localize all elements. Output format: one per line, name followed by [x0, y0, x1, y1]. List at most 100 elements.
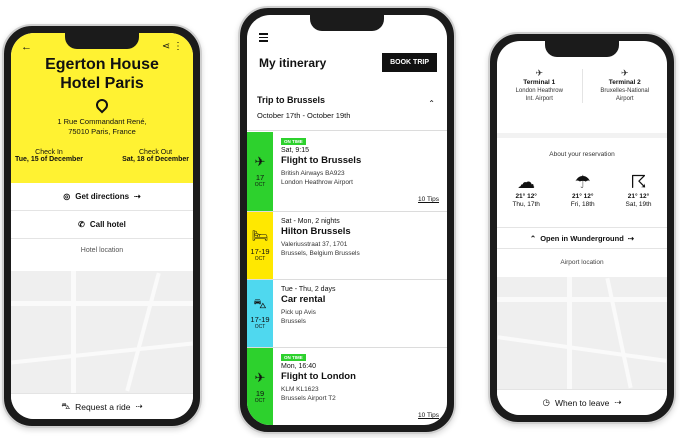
weather-date: Fri, 18th — [570, 201, 595, 208]
card-day: 17-19 — [250, 315, 270, 324]
external-link-icon: ⇢ — [627, 233, 635, 243]
landing-icon: ✈ — [620, 68, 629, 78]
checkout-label: Check Out — [139, 149, 173, 156]
card-month: OCT — [254, 324, 266, 330]
chevron-up-icon[interactable]: ⌃ — [428, 99, 435, 108]
hotel-location-label: Hotel location — [80, 247, 124, 254]
hotel-name-line2: Hotel Paris — [60, 75, 144, 92]
external-link-icon: ⇢ — [614, 397, 622, 407]
arrow-left-icon[interactable]: ← — [21, 41, 32, 53]
rain-icon: ☂ — [574, 172, 591, 192]
weather-temps: 21° 12° — [627, 193, 650, 200]
check-dates: Check In Tue, 15 of December Check Out S… — [11, 149, 193, 163]
chevron-up-icon: ⌃ — [529, 233, 537, 243]
terminal-arrival[interactable]: ✈ Terminal 2 Bruxelles-National Airport — [581, 68, 668, 103]
hotel-phone: ← ⋖ ⋮ Egerton House Hotel Paris 1 Rue Co… — [2, 24, 202, 428]
directions-icon: ◎ — [63, 192, 71, 201]
itinerary-header: My itinerary BOOK TRIP — [259, 53, 437, 72]
clock-icon: ◷ — [542, 397, 550, 407]
card-body: ON TIME Sat, 9:15 Flight to Brussels Bri… — [273, 132, 447, 211]
hotel-screen: ← ⋖ ⋮ Egerton House Hotel Paris 1 Rue Co… — [11, 33, 193, 419]
card-time: Tue - Thu, 2 days — [281, 286, 336, 293]
external-link-icon: ⇢ — [134, 192, 141, 201]
wunderground-label: Open in Wunderground — [540, 233, 624, 243]
checkout-date: Sat, 18 of December — [122, 156, 189, 163]
terminal-1-airport: London Heathrow — [515, 88, 563, 94]
itinerary-card[interactable]: ✈ 17 OCT ON TIME Sat, 9:15 Flight to Bru… — [247, 132, 447, 212]
status-badge: ON TIME — [281, 354, 306, 361]
bed-icon: 🛏 — [251, 228, 269, 243]
weather-day: ☁ 21° 12° Thu, 17th — [512, 171, 539, 209]
airport-map[interactable] — [497, 277, 667, 389]
card-date-strip: ✈ 17 OCT — [247, 132, 273, 211]
card-time: Mon, 16:40 — [281, 363, 317, 370]
call-hotel-button[interactable]: ✆ Call hotel — [11, 211, 193, 239]
hotel-map[interactable] — [11, 271, 193, 393]
card-title: Car rental — [281, 294, 326, 305]
phone-notch — [65, 33, 139, 49]
airport-phone: ✈ Terminal 1 London Heathrow Int. Airpor… — [488, 32, 676, 424]
car-icon: ⛍ — [253, 296, 267, 311]
plane-icon: ✈ — [254, 154, 266, 169]
card-date-strip: 🛏 17-19 OCT — [247, 212, 273, 279]
about-reservation-label: About your reservation — [549, 151, 615, 158]
itinerary-screen: My itinerary BOOK TRIP Trip to Brussels … — [247, 15, 447, 425]
card-title: Flight to London — [281, 371, 356, 382]
ride-label: Request a ride — [75, 401, 131, 412]
terminals: ✈ Terminal 1 London Heathrow Int. Airpor… — [497, 69, 667, 103]
status-badge: ON TIME — [281, 138, 306, 145]
leave-label: When to leave — [554, 397, 610, 408]
weather-day: ☈ 21° 12° Sat, 19th — [626, 171, 652, 209]
directions-label: Get directions — [75, 192, 130, 201]
card-detail-1: Valeriusstraat 37, 1701 — [281, 241, 348, 248]
takeoff-icon: ✈ — [535, 68, 544, 78]
card-title: Flight to Brussels — [281, 155, 362, 166]
storm-icon: ☈ — [630, 172, 647, 192]
tips-link[interactable]: 10 Tips — [418, 412, 439, 419]
itinerary-card[interactable]: ✈ 19 OCT ON TIME Mon, 16:40 Flight to Lo… — [247, 348, 447, 425]
card-day: 17 — [255, 173, 265, 182]
card-detail-1: Pick up Avis — [281, 309, 316, 316]
airport-screen: ✈ Terminal 1 London Heathrow Int. Airpor… — [497, 41, 667, 415]
trip-title: Trip to Brussels — [257, 95, 326, 105]
itinerary-card[interactable]: ⛍ 17-19 OCT Tue - Thu, 2 days Car rental… — [247, 280, 447, 348]
location-pin-icon — [93, 96, 111, 114]
plane-icon: ✈ — [254, 370, 266, 385]
cloud-icon: ☁ — [517, 172, 536, 192]
itinerary-card[interactable]: 🛏 17-19 OCT Sat - Mon, 2 nights Hilton B… — [247, 212, 447, 280]
page-title: My itinerary — [259, 55, 327, 70]
weather-temps: 21° 12° — [515, 193, 537, 200]
section-divider — [497, 133, 667, 138]
when-to-leave-button[interactable]: ◷ When to leave ⇢ — [497, 389, 667, 415]
trip-summary[interactable]: Trip to Brussels October 17th - October … — [247, 95, 447, 131]
open-wunderground-button[interactable]: ⌃ Open in Wunderground ⇢ — [497, 227, 667, 249]
airport-location-label: Airport location — [560, 259, 604, 266]
call-label: Call hotel — [89, 220, 126, 229]
tips-link[interactable]: 10 Tips — [418, 196, 439, 203]
terminal-1-name: Terminal 1 — [523, 79, 556, 86]
card-date-strip: ✈ 19 OCT — [247, 348, 273, 425]
book-trip-button[interactable]: BOOK TRIP — [382, 53, 437, 72]
request-ride-button[interactable]: ⛍ Request a ride ⇢ — [11, 393, 193, 419]
card-month: OCT — [254, 398, 266, 404]
terminal-2-name: Terminal 2 — [608, 79, 641, 86]
phone-notch — [545, 41, 619, 57]
card-day: 17-19 — [250, 247, 270, 256]
get-directions-button[interactable]: ◎ Get directions ⇢ — [11, 183, 193, 211]
terminal-2-airport: Bruxelles-National — [600, 88, 650, 94]
hamburger-menu-icon[interactable] — [259, 33, 268, 44]
weather-temps: 21° 12° — [571, 193, 594, 200]
hotel-name-line1: Egerton House — [45, 56, 159, 73]
share-icon[interactable]: ⋖ ⋮ — [162, 41, 183, 52]
card-detail-2: Brussels — [281, 318, 306, 325]
card-body: ON TIME Mon, 16:40 Flight to London KLM … — [273, 348, 447, 425]
terminal-departure[interactable]: ✈ Terminal 1 London Heathrow Int. Airpor… — [497, 69, 582, 103]
card-body: Tue - Thu, 2 days Car rental Pick up Avi… — [273, 280, 447, 347]
card-month: OCT — [254, 182, 266, 188]
checkin-date: Tue, 15 of December — [15, 156, 83, 163]
phone-notch — [310, 15, 384, 31]
card-title: Hilton Brussels — [281, 226, 351, 237]
card-detail-2: Brussels Airport T2 — [281, 395, 336, 402]
itinerary-phone: My itinerary BOOK TRIP Trip to Brussels … — [238, 6, 456, 434]
card-detail-2: London Heathrow Airport — [281, 179, 353, 186]
